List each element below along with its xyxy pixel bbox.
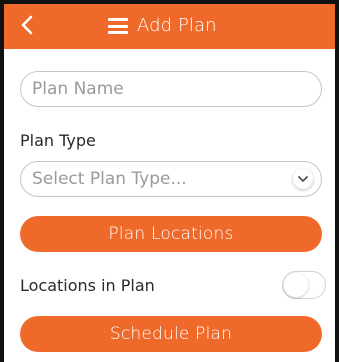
- app-frame: Add Plan Plan Type Select Plan Type... P…: [0, 0, 339, 362]
- toggle-knob: [284, 273, 308, 297]
- plan-locations-button[interactable]: Plan Locations: [20, 216, 322, 252]
- chevron-left-icon: [21, 15, 33, 35]
- back-button[interactable]: [15, 13, 39, 37]
- plan-type-select[interactable]: Select Plan Type...: [20, 161, 322, 197]
- plan-name-field[interactable]: [20, 71, 322, 107]
- menu-icon: [108, 18, 128, 34]
- locations-in-plan-label: Locations in Plan: [20, 276, 155, 295]
- plan-name-input[interactable]: [21, 72, 321, 106]
- plan-type-selected-value: Select Plan Type...: [32, 169, 187, 189]
- add-plan-form: Plan Type Select Plan Type... Plan Locat…: [4, 49, 335, 362]
- header-bar: Add Plan: [4, 4, 335, 49]
- plan-type-label: Plan Type: [20, 131, 96, 150]
- chevron-down-icon[interactable]: [293, 169, 313, 189]
- locations-in-plan-toggle[interactable]: [282, 271, 326, 299]
- page-title: Add Plan: [137, 15, 217, 36]
- header-title-group: Add Plan: [108, 14, 217, 38]
- schedule-plan-button[interactable]: Schedule Plan: [20, 316, 322, 352]
